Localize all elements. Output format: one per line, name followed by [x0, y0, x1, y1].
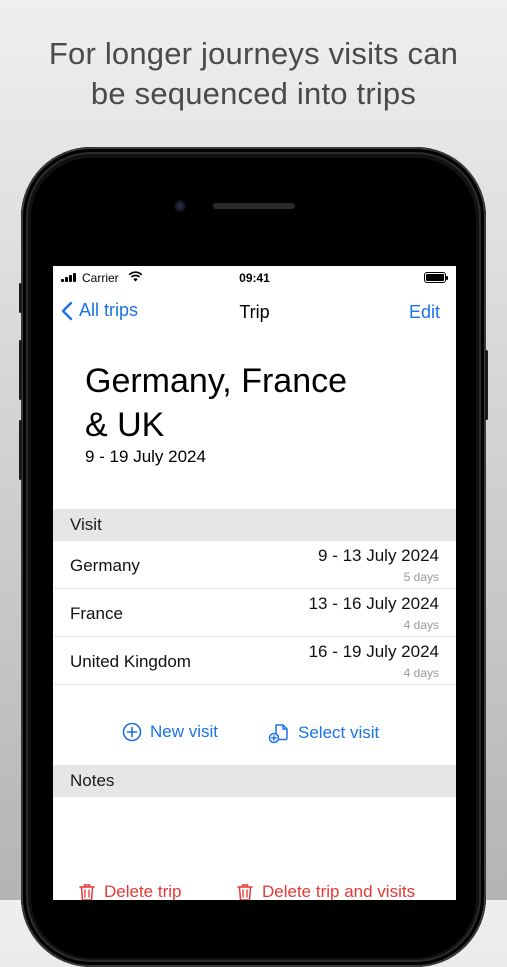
mute-switch [19, 283, 22, 313]
notes-section-header: Notes [53, 765, 456, 797]
select-document-icon [268, 724, 288, 744]
visit-row-united-kingdom[interactable]: United Kingdom 16 - 19 July 2024 4 days [53, 637, 456, 685]
delete-actions: Delete trip Delete trip and visits [53, 882, 456, 900]
status-bar: Carrier 09:41 [53, 266, 456, 290]
trip-title-line-2: & UK [85, 406, 165, 444]
visit-date-range: 13 - 16 July 2024 [308, 594, 439, 613]
delete-trip-and-visits-label: Delete trip and visits [262, 882, 416, 900]
visit-date-range: 16 - 19 July 2024 [308, 642, 439, 661]
delete-trip-label: Delete trip [104, 882, 182, 900]
edit-button[interactable]: Edit [409, 302, 440, 323]
plus-circle-icon [122, 722, 142, 742]
visit-duration: 5 days [403, 570, 439, 584]
status-time: 09:41 [239, 271, 270, 285]
headline-line-2: be sequenced into trips [90, 76, 417, 111]
trip-dates: 9 - 19 July 2024 [85, 447, 206, 466]
volume-up-button [19, 340, 22, 400]
visit-duration: 4 days [403, 666, 439, 680]
nav-title: Trip [239, 302, 270, 322]
headline: For longer journeys visits can be sequen… [0, 34, 507, 114]
trash-icon [237, 884, 253, 900]
select-visit-label: Select visit [298, 723, 380, 742]
visit-row-germany[interactable]: Germany 9 - 13 July 2024 5 days [53, 541, 456, 589]
trash-icon [79, 884, 95, 900]
trip-title-line-1: Germany, France [85, 362, 348, 400]
new-visit-button[interactable]: New visit [122, 722, 218, 742]
earpiece-speaker [213, 203, 295, 209]
power-button [485, 350, 488, 420]
new-visit-label: New visit [150, 722, 219, 741]
front-camera-icon [174, 200, 186, 212]
visit-name: United Kingdom [70, 652, 191, 671]
visit-section-header: Visit [53, 509, 456, 541]
visit-name: France [70, 604, 123, 623]
visit-date-range: 9 - 13 July 2024 [318, 546, 439, 565]
visit-actions: New visit Select visit [53, 722, 456, 752]
select-visit-button[interactable]: Select visit [268, 722, 379, 744]
navigation-bar: All trips Trip Edit [53, 296, 456, 330]
visit-duration: 4 days [403, 618, 439, 632]
visit-row-france[interactable]: France 13 - 16 July 2024 4 days [53, 589, 456, 637]
visit-name: Germany [70, 556, 140, 575]
battery-icon [424, 272, 448, 283]
phone-screen: Carrier 09:41 All trips Trip Edit German… [53, 266, 456, 900]
delete-trip-and-visits-button[interactable]: Delete trip and visits [236, 882, 415, 900]
notes-text-area[interactable] [53, 797, 456, 877]
trip-title: Germany, France & UK [85, 359, 425, 447]
headline-line-1: For longer journeys visits can [48, 36, 459, 71]
delete-trip-button[interactable]: Delete trip [78, 882, 181, 900]
volume-down-button [19, 420, 22, 480]
